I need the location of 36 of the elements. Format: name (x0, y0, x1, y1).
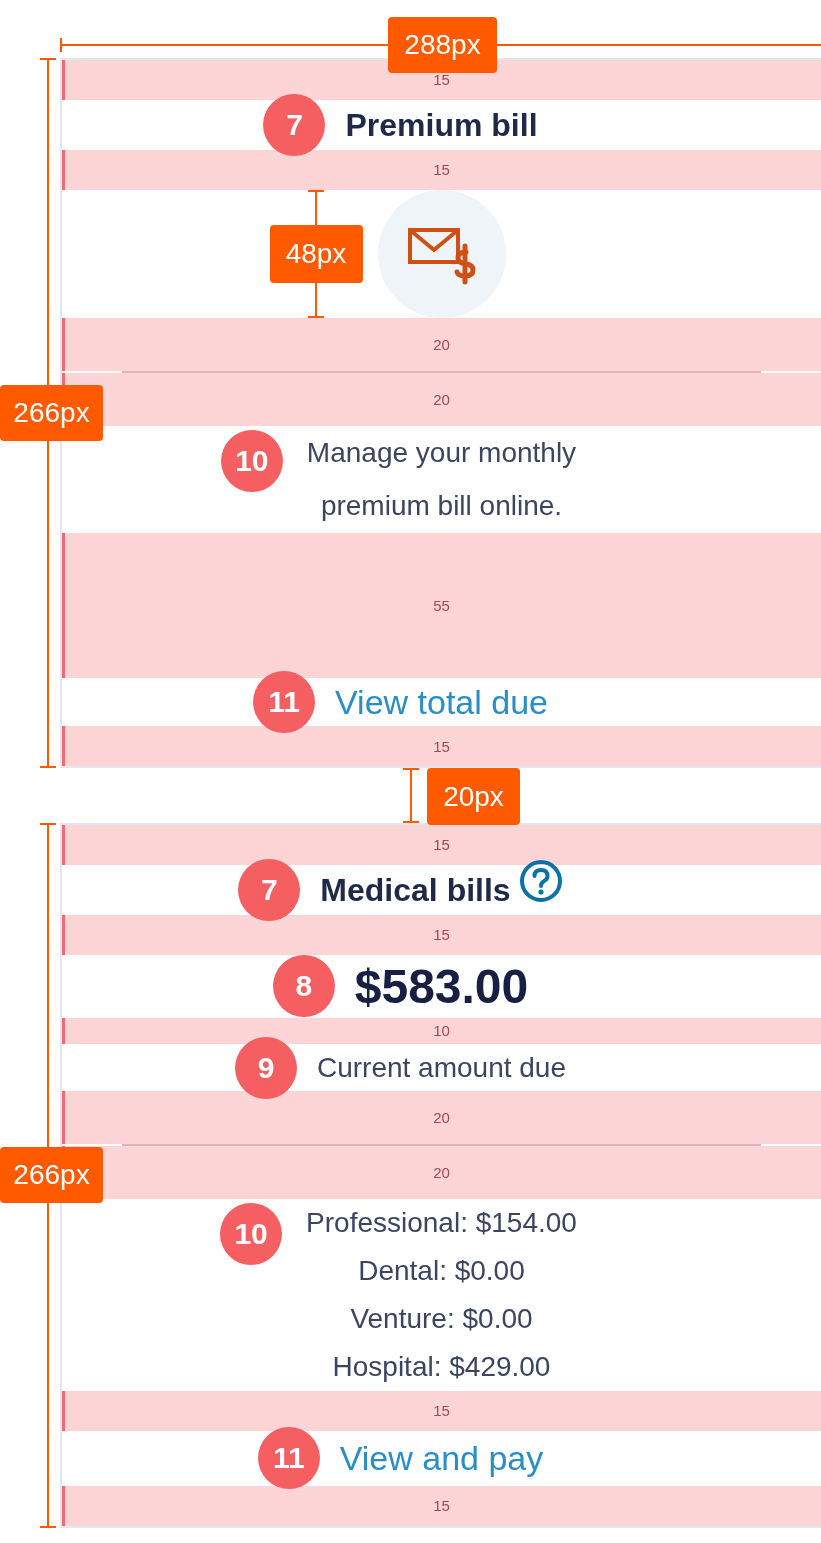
description-line: premium bill online. (320, 489, 563, 523)
card-link[interactable]: View and pay (339, 1434, 544, 1483)
spacing-value: 15 (433, 926, 450, 944)
bill-breakdown-line: Hospital: $429.00 (332, 1350, 551, 1384)
bill-breakdown-line: Dental: $0.00 (358, 1254, 525, 1288)
card-title: Premium bill (345, 105, 538, 145)
spacing-value: 20 (433, 1164, 450, 1181)
spacing-value: 15 (433, 737, 450, 755)
spacing-value: 15 (433, 1402, 450, 1420)
callout-badge: 10 (220, 430, 283, 492)
height-dimension-label: 266px (0, 1147, 103, 1204)
spacing-value: 15 (433, 161, 450, 179)
spacing-value: 20 (433, 335, 450, 353)
spacing-value: 15 (433, 71, 450, 89)
spacing-value: 15 (433, 1497, 450, 1515)
callout-badge: 11 (257, 1427, 320, 1490)
amount-caption: Current amount due (316, 1051, 566, 1085)
width-dimension-label: 288px (388, 17, 497, 73)
gap-dimension-label: 20px (427, 768, 520, 825)
spacing-value: 20 (433, 390, 450, 408)
callout-badge: 8 (272, 955, 335, 1017)
spacing-value: 55 (433, 596, 450, 614)
description-line: Manage your monthly (306, 436, 577, 470)
callout-badge: 10 (220, 1203, 283, 1265)
help-icon[interactable] (518, 858, 563, 903)
card-title: Medical bills (320, 870, 511, 910)
height-dimension-label: 266px (0, 385, 103, 441)
spacing-value: 20 (433, 1109, 450, 1126)
bill-breakdown-line: Professional: $154.00 (306, 1206, 577, 1240)
amount-due: $583.00 (354, 958, 529, 1015)
spacing-value: 10 (433, 1022, 450, 1040)
icon-dimension-label: 48px (269, 224, 363, 283)
envelope-dollar-icon (377, 189, 506, 318)
spacing-value: 15 (433, 836, 450, 854)
bill-breakdown-line: Venture: $0.00 (350, 1302, 533, 1336)
card-link[interactable]: View total due (335, 678, 548, 727)
